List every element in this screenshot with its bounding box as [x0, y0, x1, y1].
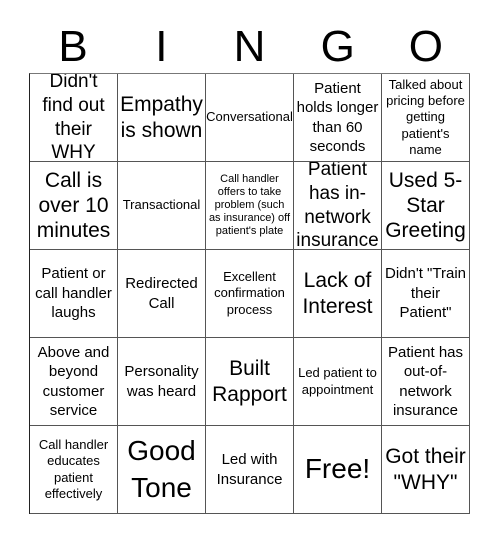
bingo-cell-text: Excellent confirmation process — [214, 269, 285, 317]
bingo-cell-text: Personality was heard — [124, 363, 199, 400]
bingo-cell-text: Patient has in-network insurance — [296, 162, 379, 250]
bingo-cell[interactable]: Excellent confirmation process — [206, 250, 294, 338]
bingo-cell-text: Call is over 10 minutes — [36, 168, 111, 243]
bingo-header: B I N G O — [29, 22, 470, 72]
bingo-cell[interactable]: Led with Insurance — [206, 426, 294, 514]
bingo-cell-text: Built Rapport — [212, 357, 287, 406]
bingo-cell[interactable]: Patient has in-network insurance — [294, 162, 382, 250]
bingo-cell-text: Redirected Call — [125, 275, 198, 312]
bingo-cell[interactable]: Got their "WHY" — [382, 426, 470, 514]
bingo-cell-text: Led with Insurance — [216, 451, 283, 488]
bingo-cell-text: Didn't find out their WHY — [42, 74, 105, 162]
bingo-cell-text: Got their "WHY" — [385, 445, 466, 494]
bingo-cell-text: Empathy is shown — [120, 93, 203, 142]
bingo-cell[interactable]: Used 5-Star Greeting — [382, 162, 470, 250]
bingo-cell-text: Conversational — [206, 109, 293, 125]
bingo-cell[interactable]: Patient holds longer than 60 seconds — [294, 74, 382, 162]
bingo-cell-text: Call handler educates patient effectivel… — [38, 437, 109, 501]
bingo-cell[interactable]: Patient or call handler laughs — [30, 250, 118, 338]
bingo-cell-text: Didn't "Train their Patient" — [385, 265, 466, 322]
bingo-cell[interactable]: Didn't "Train their Patient" — [382, 250, 470, 338]
bingo-card-grid: Didn't find out their WHY Empathy is show… — [29, 73, 470, 514]
header-letter-i: I — [155, 22, 168, 71]
bingo-cell[interactable]: Call is over 10 minutes — [30, 162, 118, 250]
bingo-cell[interactable]: Good Tone — [118, 426, 206, 514]
bingo-cell[interactable]: Personality was heard — [118, 338, 206, 426]
bingo-cell[interactable]: Didn't find out their WHY — [30, 74, 118, 162]
bingo-cell-text: Above and beyond customer service — [37, 343, 110, 420]
bingo-cell-text: Lack of Interest — [302, 269, 373, 318]
bingo-cell[interactable]: Empathy is shown — [118, 74, 206, 162]
bingo-cell[interactable]: Call handler educates patient effectivel… — [30, 426, 118, 514]
bingo-cell-text: Call handler offers to take problem (suc… — [208, 172, 291, 238]
bingo-cell[interactable]: Lack of Interest — [294, 250, 382, 338]
bingo-cell[interactable]: Redirected Call — [118, 250, 206, 338]
header-letter-n: N — [233, 22, 266, 71]
bingo-cell-text: Free! — [304, 453, 371, 485]
header-letter-o: O — [408, 22, 444, 71]
header-letter-g: G — [320, 22, 355, 71]
bingo-cell[interactable]: Call handler offers to take problem (suc… — [206, 162, 294, 250]
bingo-cell-text: Patient or call handler laughs — [35, 265, 112, 322]
bingo-cell[interactable]: Free! — [294, 426, 382, 514]
header-letter-b: B — [58, 22, 88, 71]
bingo-cell[interactable]: Above and beyond customer service — [30, 338, 118, 426]
bingo-cell[interactable]: Led patient to appointment — [294, 338, 382, 426]
bingo-cell-text: Used 5-Star Greeting — [385, 168, 466, 243]
bingo-cell[interactable]: Patient has out-of-network insurance — [382, 338, 470, 426]
bingo-cell-text: Talked about pricing before getting pati… — [386, 76, 465, 157]
bingo-cell[interactable]: Built Rapport — [206, 338, 294, 426]
bingo-cell[interactable]: Transactional — [118, 162, 206, 250]
bingo-cell[interactable]: Conversational — [206, 74, 294, 162]
bingo-cell-text: Transactional — [122, 197, 201, 213]
bingo-cell-text: Good Tone — [127, 435, 196, 503]
bingo-cell-text: Led patient to appointment — [298, 365, 377, 397]
bingo-cell-text: Patient has out-of-network insurance — [387, 343, 464, 420]
bingo-cell-text: Patient holds longer than 60 seconds — [296, 79, 379, 156]
bingo-cell[interactable]: Talked about pricing before getting pati… — [382, 74, 470, 162]
